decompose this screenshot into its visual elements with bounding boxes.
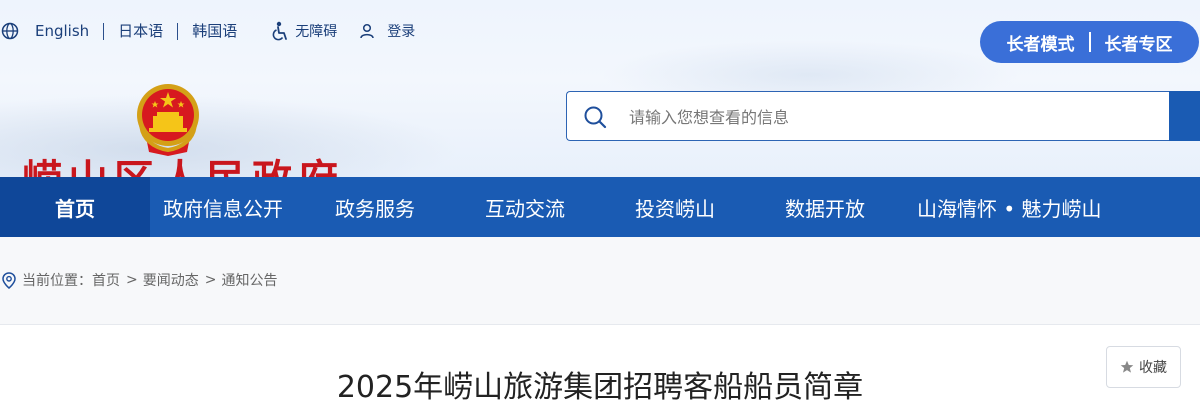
search-icon <box>584 106 607 129</box>
nav-item-open-data[interactable]: 数据开放 <box>750 177 900 237</box>
main-nav: 首页 政府信息公开 政务服务 互动交流 投资崂山 数据开放 山海情怀 • 魅力崂… <box>0 177 1200 237</box>
national-emblem <box>137 84 199 156</box>
top-links-bar: English 日本语 韩国语 无障碍 登录 <box>0 18 415 44</box>
breadcrumb-home[interactable]: 首页 <box>92 270 120 290</box>
user-icon <box>360 23 374 39</box>
accessibility-link[interactable]: 无障碍 <box>271 21 337 41</box>
breadcrumb-separator: > <box>126 272 138 288</box>
breadcrumb-prefix: 当前位置： <box>22 273 92 289</box>
nav-item-invest[interactable]: 投资崂山 <box>600 177 750 237</box>
nav-item-interaction[interactable]: 互动交流 <box>450 177 600 237</box>
lang-korean-link[interactable]: 韩国语 <box>178 22 251 40</box>
nav-item-home[interactable]: 首页 <box>0 177 150 237</box>
breadcrumb-news[interactable]: 要闻动态 <box>143 270 199 290</box>
elder-zone-button[interactable]: 长者专区 <box>1091 30 1187 55</box>
search-box <box>566 91 1200 141</box>
accessibility-label: 无障碍 <box>295 24 338 40</box>
elder-mode-button[interactable]: 长者模式 <box>993 30 1089 55</box>
breadcrumb-bar: 当前位置： 首页 > 要闻动态 > 通知公告 <box>0 237 1200 325</box>
breadcrumb: 当前位置： 首页 > 要闻动态 > 通知公告 <box>2 270 277 290</box>
nav-item-gov-info[interactable]: 政府信息公开 <box>150 177 300 237</box>
search-submit-button[interactable] <box>1169 91 1200 141</box>
accessibility-icon <box>272 21 288 41</box>
nav-item-gov-services[interactable]: 政务服务 <box>300 177 450 237</box>
site-header: English 日本语 韩国语 无障碍 登录 长者模式 长者专区 请输入您想查看… <box>0 0 1200 178</box>
nav-item-charm[interactable]: 山海情怀 • 魅力崂山 <box>900 177 1120 237</box>
elder-mode-toggle: 长者模式 长者专区 <box>980 21 1199 63</box>
location-pin-icon <box>2 271 16 289</box>
search-input[interactable] <box>629 104 1149 130</box>
lang-english-link[interactable]: English <box>19 22 103 40</box>
breadcrumb-separator: > <box>204 272 217 288</box>
breadcrumb-notices[interactable]: 通知公告 <box>221 270 277 290</box>
lang-japanese-link[interactable]: 日本语 <box>104 22 177 40</box>
login-link[interactable]: 登录 <box>359 21 415 41</box>
globe-icon <box>1 22 19 40</box>
site-name: 崂山区人民政府 <box>22 160 344 178</box>
article-title: 2025年崂山旅游集团招聘客船船员简章 <box>336 370 864 405</box>
login-label: 登录 <box>387 24 416 40</box>
